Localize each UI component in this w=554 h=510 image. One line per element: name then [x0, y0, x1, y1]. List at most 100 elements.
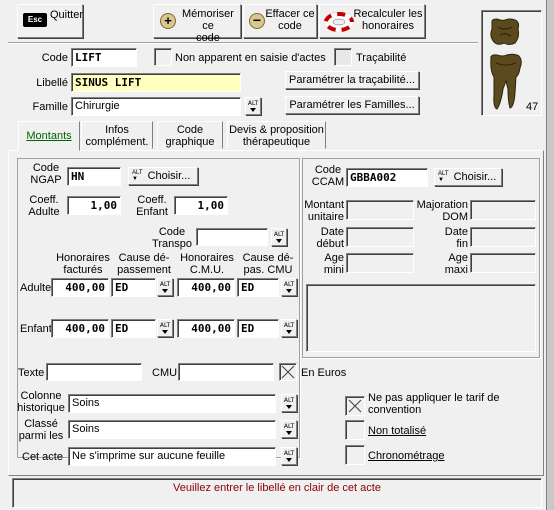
- tooth-number: 47: [526, 101, 539, 113]
- montant-unitaire-field: [346, 200, 414, 220]
- code-label: Code: [41, 52, 68, 64]
- age-mini-label: Age mini: [323, 252, 344, 276]
- tab-devis-proposition[interactable]: Devis & proposition thérapeutique: [227, 121, 326, 149]
- adulte-label: Adulte: [20, 282, 52, 294]
- classe-parmi-label: Classé parmi les: [18, 418, 64, 442]
- enfant-cause-cmu-dropdown-button[interactable]: ALT: [281, 319, 297, 337]
- enfant-cmu-input[interactable]: 400,00: [177, 319, 235, 338]
- col-honoraires-cmu: Honoraires C.M.U.: [180, 252, 234, 276]
- adulte-cause-cmu-input[interactable]: ED: [237, 278, 279, 297]
- cet-acte-dropdown-button[interactable]: ALT: [281, 447, 297, 465]
- ccam-description-area: [306, 284, 536, 352]
- date-debut-label: Date début: [316, 226, 344, 250]
- ngap-choisir-button[interactable]: ALT ▼ Choisir...: [128, 167, 198, 185]
- checkbox-x-icon: [281, 365, 295, 379]
- coeff-adulte-input[interactable]: 1,00: [67, 196, 121, 215]
- ne-pas-appliquer-label: Ne pas appliquer le tarif de convention: [368, 392, 500, 416]
- tab-infos-complement[interactable]: Infos complément.: [81, 121, 153, 149]
- classe-parmi-dropdown-button[interactable]: ALT: [281, 420, 297, 438]
- window-edge: [546, 0, 554, 510]
- ngap-label: Code NGAP: [30, 162, 62, 186]
- chronometrage-checkbox[interactable]: [345, 445, 365, 465]
- non-totalise-checkbox[interactable]: [345, 420, 365, 440]
- tracabilite-checkbox[interactable]: [334, 48, 352, 66]
- lifebuoy-icon: [324, 12, 354, 32]
- ccam-choisir-button[interactable]: ALT ▼ Choisir...: [434, 168, 502, 186]
- cmu-input[interactable]: [178, 363, 274, 381]
- cmu-label: CMU: [152, 367, 178, 379]
- famille-dropdown-button[interactable]: ALT: [245, 97, 261, 115]
- plus-circle-icon: +: [160, 13, 176, 29]
- toolbar-separator: [8, 42, 478, 44]
- code-input[interactable]: LIFT: [71, 48, 137, 67]
- libelle-label: Libellé: [36, 77, 68, 89]
- quit-label: Quitter: [50, 9, 84, 21]
- tab-code-graphique[interactable]: Code graphique: [157, 121, 223, 149]
- tooth-panel[interactable]: 47: [481, 10, 542, 116]
- colonne-historique-dropdown-button[interactable]: ALT: [281, 394, 297, 412]
- ccam-choisir-label: Choisir...: [453, 171, 497, 183]
- alt-icon: ALT ▼: [438, 171, 449, 183]
- en-euros-checkbox[interactable]: [279, 363, 297, 381]
- en-euros-label: En Euros: [301, 367, 347, 379]
- age-maxi-field: [470, 253, 536, 273]
- quit-button[interactable]: Esc Quitter: [17, 4, 83, 38]
- coeff-enfant-input[interactable]: 1,00: [174, 196, 228, 215]
- erase-label: Effacer ce code: [265, 8, 315, 32]
- date-fin-label: Date fin: [444, 226, 468, 250]
- famille-label: Famille: [32, 101, 68, 113]
- param-tracabilite-button[interactable]: Paramétrer la traçabilité...: [285, 71, 419, 89]
- colonne-historique-label: Colonne historique: [17, 390, 65, 414]
- date-debut-field: [346, 227, 414, 247]
- coeff-enfant-label: Coeff. Enfant: [136, 194, 168, 218]
- enfant-cause-input[interactable]: ED: [111, 319, 156, 338]
- colonne-historique-input[interactable]: Soins: [68, 394, 276, 413]
- param-familles-button[interactable]: Paramétrer les Familles...: [285, 96, 419, 114]
- memorize-label: Mémoriser ce code: [182, 8, 234, 44]
- adulte-cause-dropdown-button[interactable]: ALT: [157, 278, 173, 296]
- recalc-label: Recalculer les honoraires: [353, 8, 423, 32]
- status-message: Veuillez entrer le libellé en clair de c…: [173, 482, 381, 494]
- chronometrage-label: Chronométrage: [368, 450, 445, 462]
- ne-pas-appliquer-checkbox[interactable]: [345, 396, 365, 416]
- tab-montants[interactable]: Montants: [18, 121, 80, 151]
- non-totalise-label: Non totalisé: [368, 425, 427, 437]
- ngap-input[interactable]: HN: [67, 167, 121, 186]
- famille-input[interactable]: Chirurgie: [71, 97, 241, 116]
- enfant-label: Enfant: [20, 323, 52, 335]
- ccam-code-input[interactable]: GBBA002: [346, 168, 428, 187]
- recalc-button[interactable]: Recalculer les honoraires: [319, 4, 425, 38]
- enfant-honoraires-input[interactable]: 400,00: [51, 319, 109, 338]
- libelle-input[interactable]: SINUS LIFT: [71, 73, 241, 92]
- non-apparent-checkbox[interactable]: [154, 48, 172, 66]
- memorize-button[interactable]: + Mémoriser ce code: [153, 4, 241, 44]
- transpo-dropdown-button[interactable]: ALT: [271, 228, 287, 246]
- adulte-cmu-input[interactable]: 400,00: [177, 278, 235, 297]
- cet-acte-input[interactable]: Ne s'imprime sur aucune feuille: [68, 447, 276, 466]
- majoration-dom-field: [470, 200, 536, 220]
- minus-circle-icon: −: [249, 13, 265, 29]
- transpo-input[interactable]: [196, 228, 268, 246]
- esc-key-icon: Esc: [23, 13, 47, 27]
- adulte-honoraires-input[interactable]: 400,00: [51, 278, 109, 297]
- transpo-label: Code Transpo: [152, 226, 192, 250]
- adulte-cause-input[interactable]: ED: [111, 278, 156, 297]
- classe-parmi-input[interactable]: Soins: [68, 420, 276, 439]
- col-cause-depassement: Cause dé-passement: [117, 252, 171, 276]
- adulte-cause-cmu-dropdown-button[interactable]: ALT: [281, 278, 297, 296]
- cet-acte-label: Cet acte: [22, 451, 63, 463]
- col-cause-cmu: Cause dé-pas. CMU: [242, 252, 294, 276]
- date-fin-field: [470, 227, 536, 247]
- enfant-cause-cmu-input[interactable]: ED: [237, 319, 279, 338]
- checkbox-x-icon: [348, 399, 362, 413]
- montant-unitaire-label: Montant unitaire: [304, 199, 344, 223]
- tooth-side-icon: [490, 53, 522, 110]
- tracabilite-label: Traçabilité: [356, 52, 407, 64]
- enfant-cause-dropdown-button[interactable]: ALT: [157, 319, 173, 337]
- texte-input[interactable]: [46, 363, 142, 381]
- age-mini-field: [346, 253, 414, 273]
- majoration-dom-label: Majoration DOM: [416, 199, 468, 223]
- non-apparent-label: Non apparent en saisie d'actes: [175, 52, 326, 64]
- age-maxi-label: Age maxi: [444, 252, 468, 276]
- erase-button[interactable]: − Effacer ce code: [243, 4, 317, 38]
